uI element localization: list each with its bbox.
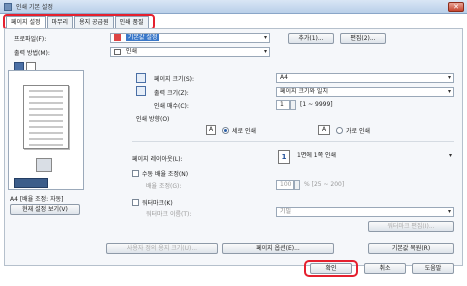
- portrait-label[interactable]: 세로 인쇄: [232, 126, 256, 135]
- landscape-glyph: A: [318, 125, 330, 135]
- manual-scaling-checkbox[interactable]: [132, 170, 139, 177]
- scale-range: % [25 ~ 200]: [304, 181, 345, 188]
- copies-value: 1: [280, 101, 284, 108]
- view-settings-button[interactable]: 현재 설정 보기(V): [10, 204, 80, 215]
- watermark-name-label: 워터마크 이름(T):: [146, 211, 192, 218]
- ok-button[interactable]: 확인: [310, 263, 352, 274]
- finishing-preview-icon: [14, 178, 48, 188]
- close-button[interactable]: ✕: [448, 2, 464, 12]
- landscape-radio[interactable]: [336, 127, 343, 134]
- scale-label: 배율 조정(G):: [146, 183, 182, 190]
- watermark-checkbox[interactable]: [132, 199, 139, 206]
- output-size-value: 페이지 크기와 일치: [280, 88, 328, 95]
- chevron-down-icon: ▾: [447, 88, 451, 95]
- chevron-down-icon: ▾: [447, 74, 451, 81]
- scale-input[interactable]: 100: [276, 180, 294, 190]
- page-preview: [8, 70, 84, 190]
- output-size-select[interactable]: 페이지 크기와 일치 ▾: [276, 87, 454, 97]
- profile-select[interactable]: 기본값 설정 ▾: [110, 33, 270, 43]
- scale-spinner[interactable]: [294, 180, 300, 190]
- page-size-icon: [136, 73, 146, 83]
- scale-value: 100: [280, 181, 292, 188]
- watermark-select[interactable]: 기밀 ▾: [276, 207, 454, 217]
- profile-label: 프로파일(F):: [14, 36, 47, 43]
- print-icon: [114, 48, 121, 55]
- output-size-label: 출력 크기(Z):: [154, 90, 189, 97]
- chevron-down-icon: ▾: [263, 48, 267, 55]
- preview-caption: A4 [배율 조정: 자동]: [10, 196, 64, 203]
- copies-spinner[interactable]: [290, 100, 296, 110]
- watermark-value: 기밀: [280, 208, 292, 215]
- portrait-glyph: A: [206, 125, 216, 135]
- profile-icon: [114, 34, 121, 41]
- page-size-label: 페이지 크기(S):: [154, 76, 195, 83]
- watermark-edit-button[interactable]: 워터마크 편집(I)...: [368, 221, 454, 232]
- output-select[interactable]: 인쇄 ▾: [110, 47, 270, 57]
- cancel-button[interactable]: 취소: [364, 263, 406, 274]
- page-options-button[interactable]: 페이지 옵션(E)...: [222, 243, 334, 254]
- profile-edit-button[interactable]: 편집(2)...: [340, 33, 386, 44]
- custom-paper-button[interactable]: 사용자 정의 용지 크기(U)...: [106, 243, 218, 254]
- preview-paper: [23, 85, 69, 149]
- printer-app-icon: [4, 3, 12, 11]
- section-divider: [132, 141, 454, 142]
- portrait-radio[interactable]: [222, 127, 229, 134]
- profile-value: 기본값 설정: [125, 34, 160, 41]
- copies-label: 인쇄 매수(C):: [154, 103, 189, 110]
- layout-label: 페이지 레이아웃(L):: [132, 156, 183, 163]
- chevron-down-icon: ▾: [263, 34, 267, 41]
- output-size-icon: [136, 86, 146, 96]
- manual-scaling-label[interactable]: 수동 배율 조정(N): [142, 169, 188, 178]
- output-value: 인쇄: [125, 48, 137, 55]
- help-button[interactable]: 도움말: [412, 263, 454, 274]
- printer-icon: [36, 158, 52, 172]
- orientation-label: 인쇄 방향(O): [136, 116, 170, 123]
- watermark-label[interactable]: 워터마크(K): [142, 198, 173, 207]
- landscape-label[interactable]: 가로 인쇄: [346, 126, 370, 135]
- page-size-value: A4: [280, 74, 288, 81]
- copies-range: [1 ~ 9999]: [300, 101, 333, 108]
- copies-input[interactable]: 1: [276, 100, 290, 110]
- window-title: 인쇄 기본 설정: [16, 4, 53, 11]
- profile-add-button[interactable]: 추가(1)...: [288, 33, 334, 44]
- page-size-select[interactable]: A4 ▾: [276, 73, 454, 83]
- chevron-down-icon: ▾: [447, 208, 451, 215]
- layout-value: 1면에 1쪽 인쇄: [297, 152, 337, 159]
- layout-select[interactable]: 1면에 1쪽 인쇄 ▾: [294, 152, 454, 162]
- restore-defaults-button[interactable]: 기본값 복원(R): [368, 243, 454, 254]
- title-bar: 인쇄 기본 설정 ✕: [0, 0, 467, 14]
- layout-badge: 1: [278, 150, 290, 164]
- output-label: 출력 방법(M):: [14, 50, 50, 57]
- chevron-down-icon: ▾: [448, 152, 452, 159]
